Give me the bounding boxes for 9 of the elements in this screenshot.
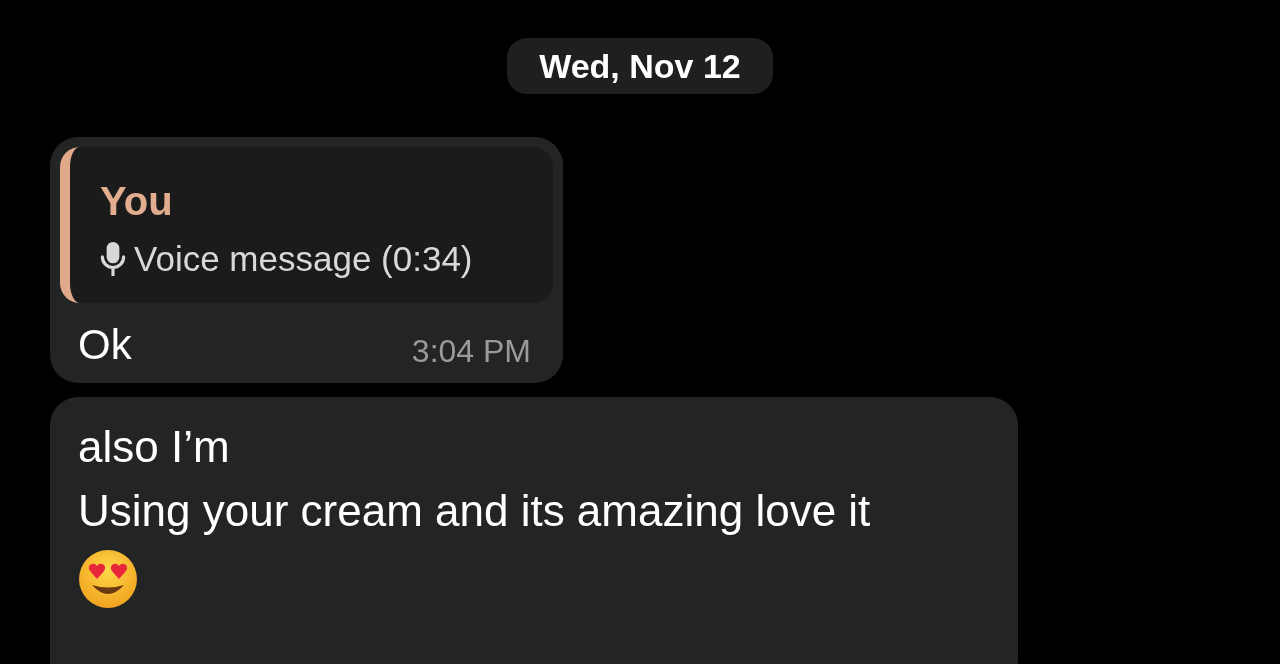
quote-author: You [100,178,174,225]
date-separator: Wed, Nov 12 [507,38,773,94]
microphone-icon [100,242,126,276]
voice-message-label: Voice message (0:34) [134,238,473,280]
message-text: Ok [78,320,132,370]
quoted-message[interactable]: You Voice message (0:34) [60,147,553,303]
message-text: also I’m [78,421,230,473]
message-time: 3:04 PM [411,332,531,371]
message-text: Using your cream and its amazing love it [78,485,871,537]
